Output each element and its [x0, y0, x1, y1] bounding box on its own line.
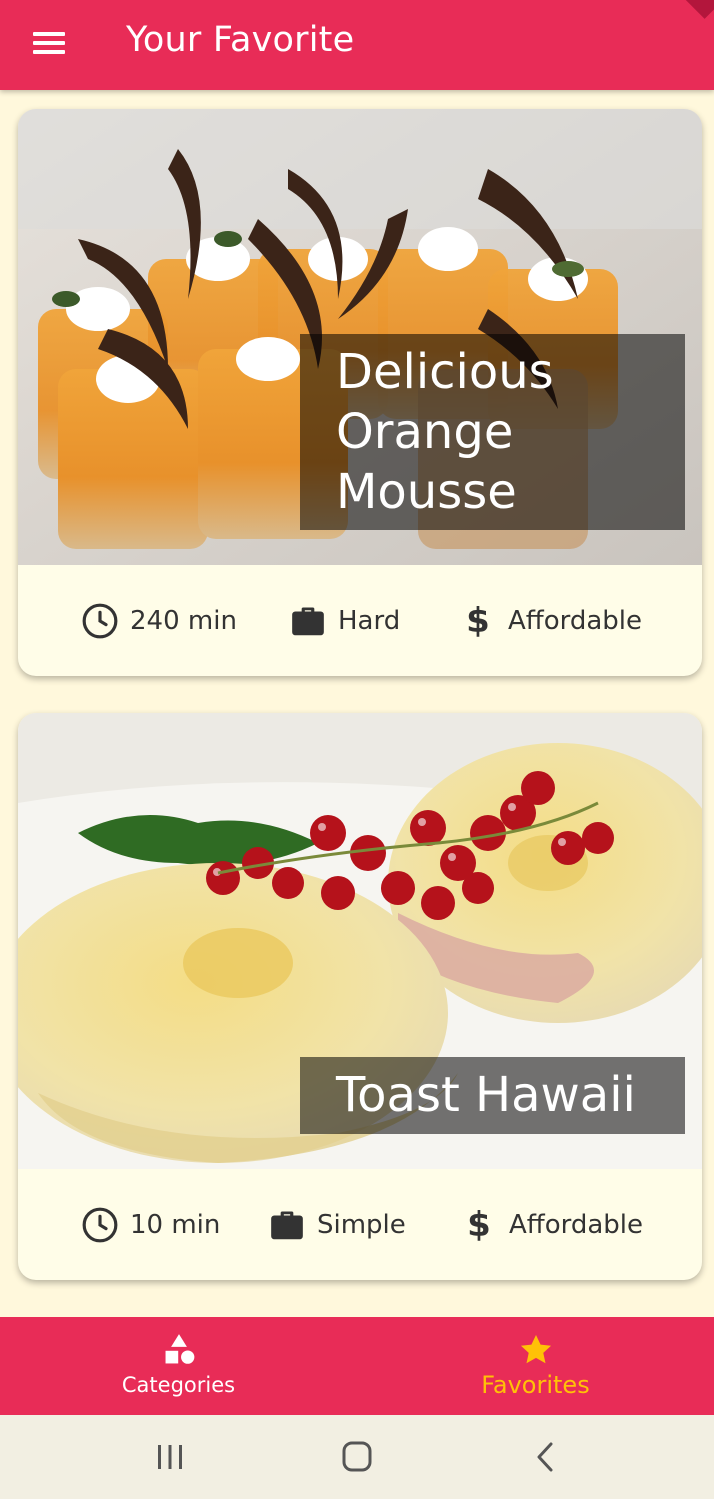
- nav-item-favorites[interactable]: Favorites: [357, 1317, 714, 1415]
- debug-banner: [662, 0, 714, 19]
- system-nav-bar: [0, 1415, 714, 1499]
- complexity-label: Simple: [317, 1209, 406, 1240]
- complexity-info: Hard: [288, 565, 400, 676]
- meal-card[interactable]: 10 min Simple $ Affordable: [18, 713, 702, 1280]
- work-icon: [267, 1205, 307, 1245]
- duration-label: 10 min: [130, 1209, 221, 1240]
- recents-icon[interactable]: [140, 1433, 200, 1481]
- affordability-label: Affordable: [508, 605, 642, 636]
- nav-label-favorites: Favorites: [481, 1371, 590, 1399]
- page-title: Your Favorite: [126, 20, 355, 60]
- star-icon: [520, 1334, 551, 1364]
- affordability-label: Affordable: [509, 1209, 643, 1240]
- meal-info-row: 240 min Hard $ Affordable: [18, 565, 702, 676]
- meal-card[interactable]: Delicious Orange Mousse 240 min Hard $ A…: [18, 109, 702, 676]
- duration-info: 10 min: [80, 1169, 220, 1280]
- duration-info: 240 min: [80, 565, 237, 676]
- meal-info-row: 10 min Simple $ Affordable: [18, 1169, 702, 1280]
- schedule-icon: [80, 1205, 120, 1245]
- bottom-navigation: Categories Favorites: [0, 1317, 714, 1415]
- menu-icon[interactable]: [26, 22, 74, 66]
- meal-title: Delicious Orange Mousse: [300, 334, 685, 530]
- category-icon: [165, 1334, 194, 1364]
- schedule-icon: [80, 601, 120, 641]
- home-icon[interactable]: [327, 1433, 387, 1481]
- back-icon[interactable]: [515, 1433, 575, 1481]
- complexity-info: Simple: [267, 1169, 406, 1280]
- dollar-icon: $: [467, 1204, 491, 1245]
- nav-item-categories[interactable]: Categories: [0, 1317, 357, 1415]
- dollar-icon: $: [466, 600, 490, 641]
- meal-title: Toast Hawaii: [300, 1057, 685, 1134]
- affordability-info: $ Affordable: [459, 1169, 643, 1280]
- duration-label: 240 min: [130, 605, 237, 636]
- app-bar: Your Favorite: [0, 0, 714, 90]
- nav-label-categories: Categories: [121, 1373, 236, 1397]
- work-icon: [288, 601, 328, 641]
- affordability-info: $ Affordable: [458, 565, 642, 676]
- complexity-label: Hard: [338, 605, 401, 636]
